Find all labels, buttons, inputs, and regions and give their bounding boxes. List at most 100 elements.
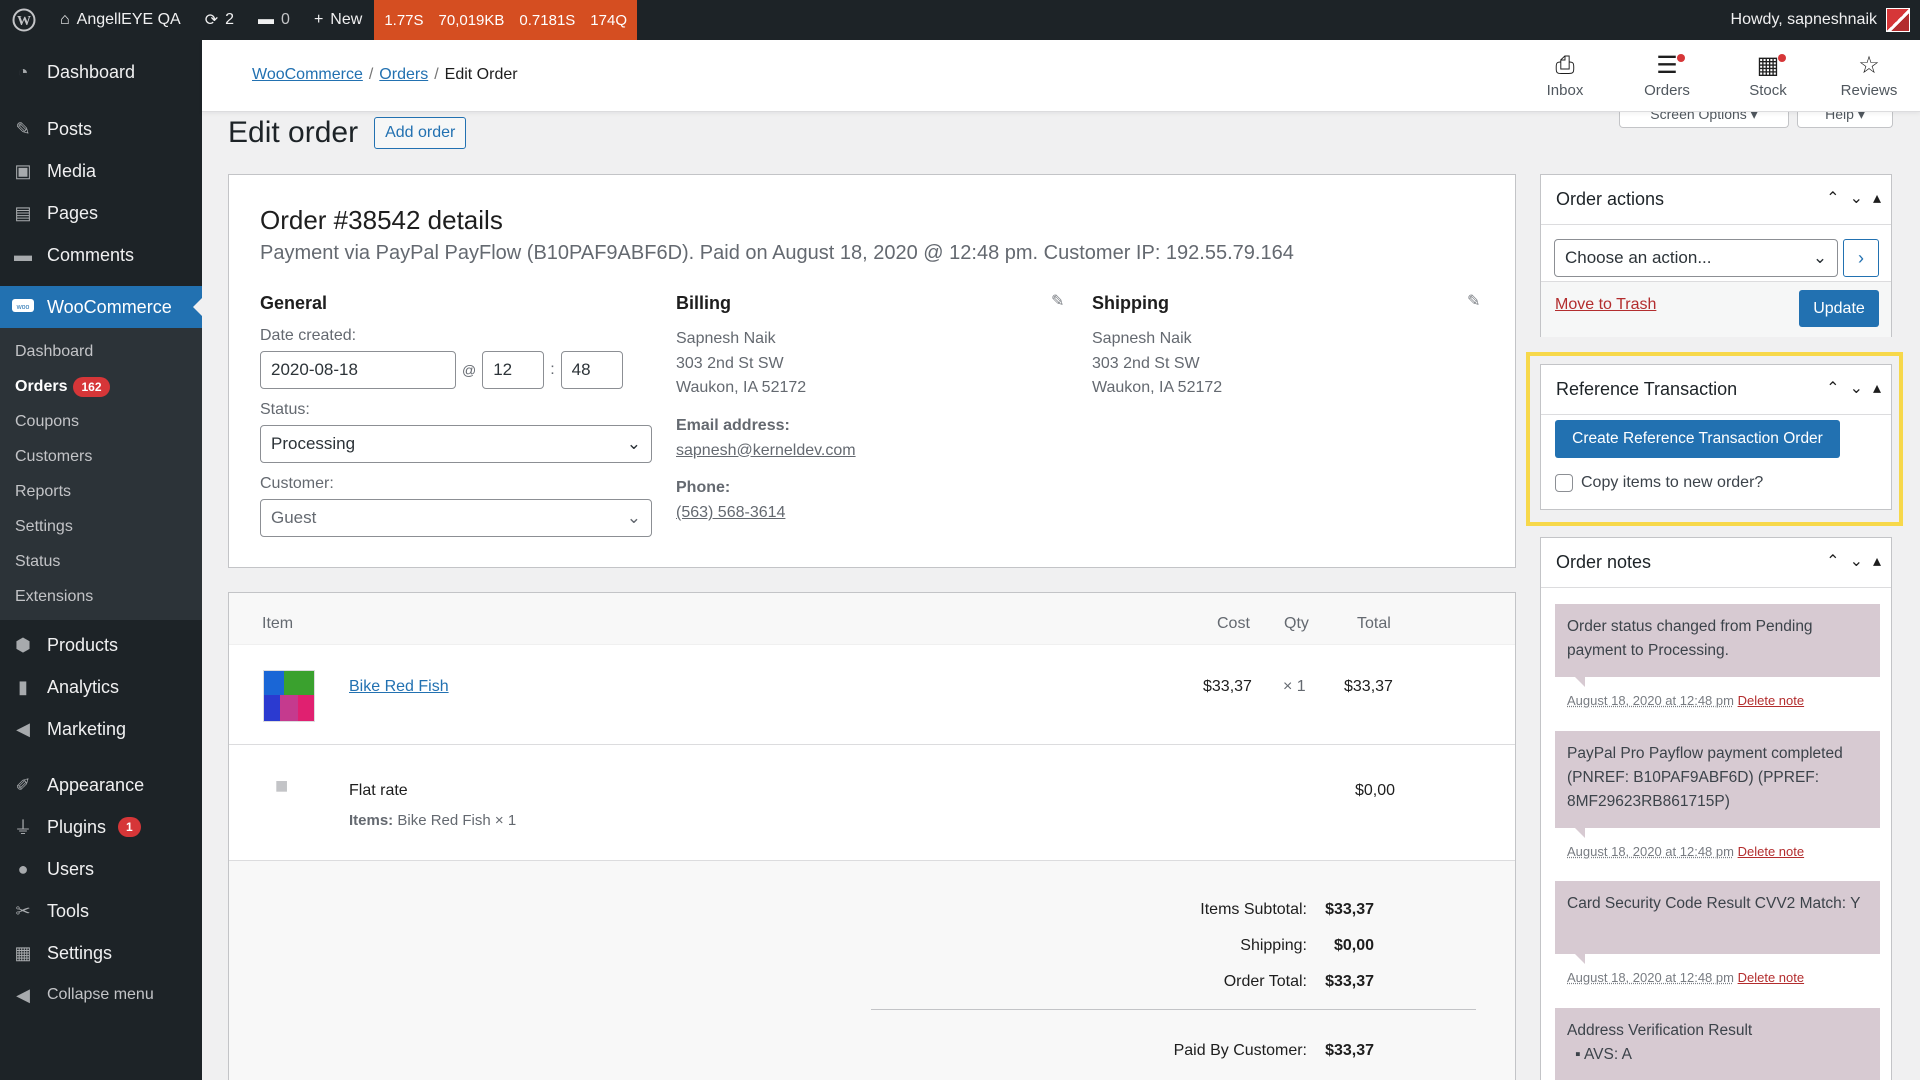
minute-input[interactable]: 48 — [561, 351, 623, 389]
note-text: PayPal Pro Payflow payment completed (PN… — [1567, 745, 1843, 810]
orders-button[interactable]: ☰ Orders — [1627, 52, 1707, 99]
order-notes-header[interactable]: Order notes ⌃ ⌄ ▴ — [1541, 538, 1891, 588]
menu-label: Media — [47, 161, 96, 182]
copy-items-checkbox[interactable] — [1555, 474, 1573, 492]
note-bullet: AVS: A — [1584, 1046, 1632, 1063]
howdy-text: Howdy, sapneshnaik — [1731, 11, 1877, 29]
move-to-trash-link[interactable]: Move to Trash — [1555, 296, 1656, 314]
chevron-down-icon[interactable]: ⌄ — [1850, 378, 1863, 398]
note-date: August 18, 2020 at 12:48 pm — [1567, 970, 1734, 985]
menu-appearance[interactable]: ✐ Appearance — [0, 764, 202, 806]
menu-products[interactable]: ⬢ Products — [0, 624, 202, 666]
edit-shipping-pencil-icon[interactable]: ✎ — [1467, 291, 1480, 311]
stock-button[interactable]: ▦ Stock — [1728, 52, 1808, 99]
edit-billing-pencil-icon[interactable]: ✎ — [1051, 291, 1064, 311]
menu-media[interactable]: ▣ Media — [0, 150, 202, 192]
updates-link[interactable]: ⟳ 2 — [193, 0, 246, 40]
qm-db-time: 0.7181S — [519, 12, 575, 29]
menu-tools[interactable]: ✂ Tools — [0, 890, 202, 932]
status-select[interactable]: Processing ⌄ — [260, 425, 652, 463]
date-input[interactable]: 2020-08-18 — [260, 351, 456, 389]
site-name-link[interactable]: ⌂ AngellEYE QA — [48, 0, 193, 40]
collapse-icon: ◀ — [11, 983, 35, 1007]
submenu-customers[interactable]: Customers — [0, 439, 202, 474]
cost-column-header: Cost — [1217, 615, 1250, 633]
delete-note-link[interactable]: Delete note — [1738, 693, 1805, 708]
new-content-link[interactable]: + New — [302, 0, 374, 40]
home-icon: ⌂ — [60, 11, 70, 29]
orders-label: Orders — [1644, 82, 1690, 99]
menu-label: Appearance — [47, 775, 144, 796]
create-reference-order-button[interactable]: Create Reference Transaction Order — [1555, 420, 1840, 458]
submenu-orders[interactable]: Orders 162 — [0, 369, 202, 404]
notification-dot — [1677, 54, 1685, 62]
crumb-orders[interactable]: Orders — [379, 66, 428, 83]
order-actions-header[interactable]: Order actions ⌃ ⌄ ▴ — [1541, 175, 1891, 225]
shipping-row: ■ Flat rate Items: Bike Red Fish × 1 $0,… — [229, 745, 1515, 861]
chevron-down-icon[interactable]: ⌄ — [1850, 551, 1863, 571]
reference-transaction-header[interactable]: Reference Transaction ⌃ ⌄ ▴ — [1541, 365, 1891, 415]
submenu-coupons[interactable]: Coupons — [0, 404, 202, 439]
menu-label: Tools — [47, 901, 89, 922]
site-name: AngellEYE QA — [77, 11, 181, 29]
copy-items-option[interactable]: Copy items to new order? — [1555, 474, 1763, 492]
query-monitor[interactable]: 1.77S 70,019KB 0.7181S 174Q — [374, 0, 637, 40]
inbox-button[interactable]: ⎙ Inbox — [1525, 52, 1605, 99]
note-text: Card Security Code Result CVV2 Match: Y — [1567, 895, 1860, 912]
note-item: PayPal Pro Payflow payment completed (PN… — [1555, 731, 1880, 828]
chevron-up-icon[interactable]: ⌃ — [1826, 188, 1839, 208]
wordpress-logo-icon[interactable]: W — [0, 0, 48, 40]
submenu-settings[interactable]: Settings — [0, 509, 202, 544]
breadcrumb: WooCommerce / Orders / Edit Order — [252, 66, 518, 84]
add-order-button[interactable]: Add order — [374, 117, 466, 149]
update-button[interactable]: Update — [1799, 290, 1879, 327]
collapse-menu[interactable]: ◀ Collapse menu — [0, 974, 202, 1016]
note-text: Address Verification Result — [1567, 1019, 1868, 1043]
action-value: Choose an action... — [1565, 248, 1711, 268]
menu-marketing[interactable]: ◀ Marketing — [0, 708, 202, 750]
submenu-label: Coupons — [15, 413, 79, 431]
chevron-up-icon[interactable]: ⌃ — [1826, 551, 1839, 571]
menu-woocommerce[interactable]: woo WooCommerce — [0, 286, 202, 328]
toggle-arrow-icon[interactable]: ▴ — [1873, 378, 1881, 398]
submenu-reports[interactable]: Reports — [0, 474, 202, 509]
crumb-woocommerce[interactable]: WooCommerce — [252, 66, 363, 83]
chevron-up-icon[interactable]: ⌃ — [1826, 378, 1839, 398]
billing-street: 303 2nd St SW — [676, 352, 1056, 377]
delete-note-link[interactable]: Delete note — [1738, 970, 1805, 985]
account-menu[interactable]: Howdy, sapneshnaik — [1721, 8, 1920, 32]
apply-action-button[interactable]: › — [1843, 239, 1879, 277]
hour-input[interactable]: 12 — [482, 351, 544, 389]
email-link[interactable]: sapnesh@kerneldev.com — [676, 442, 856, 459]
shipping-name: Sapnesh Naik — [1092, 327, 1472, 352]
menu-label: Settings — [47, 943, 112, 964]
order-action-select[interactable]: Choose an action... ⌄ — [1554, 239, 1838, 277]
delete-note-link[interactable]: Delete note — [1738, 844, 1805, 859]
submenu-status[interactable]: Status — [0, 544, 202, 579]
menu-analytics[interactable]: ▮ Analytics — [0, 666, 202, 708]
customer-select[interactable]: Guest ⌄ — [260, 499, 652, 537]
product-link[interactable]: Bike Red Fish — [349, 678, 449, 696]
toggle-arrow-icon[interactable]: ▴ — [1873, 551, 1881, 571]
submenu-dashboard[interactable]: Dashboard — [0, 334, 202, 369]
submenu-extensions[interactable]: Extensions — [0, 579, 202, 614]
submenu-label: Status — [15, 553, 60, 571]
menu-comments[interactable]: ▬ Comments — [0, 234, 202, 276]
phone-link[interactable]: (563) 568-3614 — [676, 504, 785, 521]
menu-users[interactable]: ● Users — [0, 848, 202, 890]
menu-plugins[interactable]: ⏚ Plugins 1 — [0, 806, 202, 848]
general-column: General Date created: 2020-08-18 @ 12 : … — [260, 293, 640, 537]
menu-posts[interactable]: ✎ Posts — [0, 108, 202, 150]
menu-pages[interactable]: ▤ Pages — [0, 192, 202, 234]
shipping-street: 303 2nd St SW — [1092, 352, 1472, 377]
toggle-arrow-icon[interactable]: ▴ — [1873, 188, 1881, 208]
menu-dashboard[interactable]: ◔ Dashboard — [0, 51, 202, 93]
customer-value: Guest — [271, 508, 316, 528]
product-thumbnail — [263, 670, 315, 722]
comments-link[interactable]: ▬ 0 — [246, 0, 302, 40]
reviews-button[interactable]: ☆ Reviews — [1829, 52, 1909, 99]
menu-settings[interactable]: ▦ Settings — [0, 932, 202, 974]
date-value: 2020-08-18 — [271, 360, 358, 380]
crumb-separator: / — [369, 66, 373, 83]
chevron-down-icon[interactable]: ⌄ — [1850, 188, 1863, 208]
